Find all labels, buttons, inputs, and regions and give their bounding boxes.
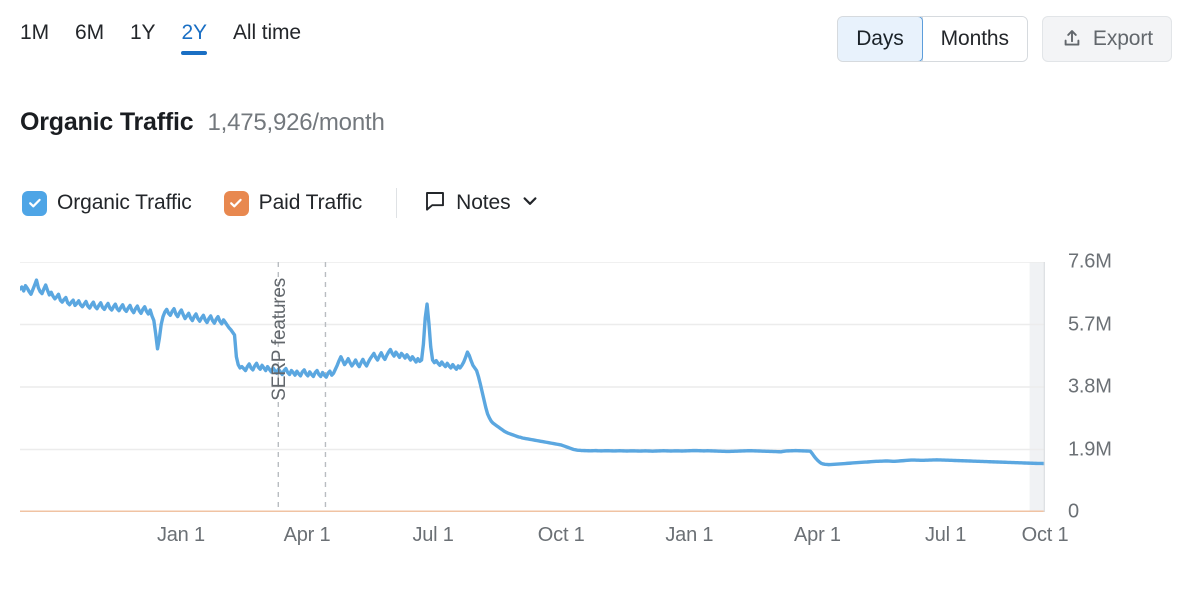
time-range-tab-all-time[interactable]: All time (233, 20, 301, 55)
y-tick-label: 0 (1068, 500, 1079, 523)
chart-plot-area[interactable]: SERP features (20, 262, 1045, 512)
x-tick-label: Oct 1 (1021, 524, 1069, 546)
chart-legend: Organic Traffic Paid Traffic Notes (22, 188, 540, 218)
y-axis: 7.6M 5.7M 3.8M 1.9M 0 (1068, 251, 1188, 523)
x-axis: Jan 1 Apr 1 Jul 1 Oct 1 Jan 1 Apr 1 Jul 1 Oct 1 (20, 524, 1069, 564)
x-tick-label: Jul 1 (924, 524, 967, 546)
paid-traffic-checkbox[interactable] (223, 190, 249, 216)
x-tick-label: Oct 1 (537, 524, 585, 546)
notes-label: Notes (456, 191, 511, 214)
chevron-down-icon (520, 191, 540, 216)
x-tick-label: Jan 1 (665, 524, 714, 546)
x-tick-label: Jan 1 (156, 524, 205, 546)
serp-features-annotation: SERP features (269, 278, 291, 401)
time-range-tab-6m[interactable]: 6M (75, 20, 104, 55)
traffic-value: 1,475,926/month (207, 109, 385, 136)
export-button-label: Export (1092, 27, 1153, 50)
traffic-chart: SERP features 7.6M 5.7M 3.8M 1.9M 0 Jan 1 Apr… (0, 251, 1190, 600)
y-tick-label: 1.9M (1068, 438, 1112, 460)
time-range-tabs: 1M 6M 1Y 2Y All time (20, 20, 301, 55)
y-tick-label: 5.7M (1068, 313, 1112, 335)
time-range-tab-1y[interactable]: 1Y (130, 20, 156, 55)
check-icon (28, 198, 41, 208)
legend-item-organic-traffic[interactable]: Organic Traffic (22, 190, 192, 216)
time-range-tab-1m[interactable]: 1M (20, 20, 49, 55)
legend-divider (396, 188, 398, 218)
chart-heading: Organic Traffic 1,475,926/month (20, 108, 385, 137)
granularity-months-button[interactable]: Months (922, 17, 1027, 61)
notes-dropdown[interactable]: Notes (423, 189, 539, 218)
y-tick-label: 7.6M (1068, 250, 1112, 273)
note-bubble-icon (423, 189, 447, 218)
organic-traffic-panel: 1M 6M 1Y 2Y All time Days Months Export … (0, 0, 1190, 600)
organic-traffic-checkbox[interactable] (22, 190, 47, 216)
granularity-days-button[interactable]: Days (838, 17, 923, 61)
x-tick-label: Apr 1 (283, 524, 331, 546)
legend-item-paid-traffic[interactable]: Paid Traffic (223, 190, 363, 216)
upload-icon (1061, 28, 1083, 50)
export-button[interactable]: Export (1041, 16, 1172, 62)
time-range-tab-2y[interactable]: 2Y (181, 20, 207, 55)
x-tick-label: Jul 1 (412, 524, 454, 546)
legend-label-paid-traffic: Paid Traffic (258, 191, 363, 214)
check-icon (230, 198, 242, 208)
y-tick-label: 3.8M (1068, 375, 1112, 398)
granularity-segmented-control: Days Months (837, 16, 1028, 62)
x-tick-label: Apr 1 (794, 524, 841, 546)
chart-svg (20, 262, 1045, 512)
chart-toolbar: 1M 6M 1Y 2Y All time Days Months Export (0, 0, 1190, 78)
series-line-organic-traffic (20, 278, 1045, 467)
legend-label-organic-traffic: Organic Traffic (57, 191, 192, 214)
page-title: Organic Traffic (20, 108, 194, 136)
toolbar-right-controls: Days Months Export (837, 16, 1172, 62)
